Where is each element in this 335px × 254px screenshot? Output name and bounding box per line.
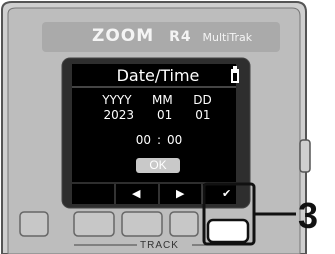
zoom-r4-illustration: ZOOM R4 MultiTrak Date/Time YYYY MM DD 2… bbox=[0, 0, 335, 254]
track-label: TRACK bbox=[140, 240, 179, 251]
left-arrow-icon[interactable]: ◀ bbox=[132, 187, 140, 200]
hour-value[interactable]: 00 bbox=[136, 133, 151, 147]
month-header: MM bbox=[152, 93, 173, 107]
minute-value[interactable]: 00 bbox=[167, 133, 182, 147]
time-values: 00 : 00 bbox=[112, 133, 206, 147]
date-headers: YYYY MM DD bbox=[92, 93, 222, 107]
screen-title: Date/Time bbox=[116, 66, 200, 85]
year-value[interactable]: 2023 bbox=[103, 108, 134, 122]
brand-logo: ZOOM R4 MultiTrak bbox=[92, 26, 253, 46]
year-header: YYYY bbox=[102, 93, 132, 107]
step-callout-number: 3 bbox=[298, 195, 319, 236]
day-value[interactable]: 01 bbox=[195, 108, 210, 122]
month-value[interactable]: 01 bbox=[157, 108, 172, 122]
check-icon[interactable]: ✔ bbox=[222, 187, 231, 200]
confirm-hardware-button[interactable] bbox=[208, 220, 248, 242]
day-header: DD bbox=[193, 93, 212, 107]
date-values: 2023 01 01 bbox=[92, 108, 222, 122]
time-separator: : bbox=[156, 133, 162, 147]
right-arrow-icon[interactable]: ▶ bbox=[176, 187, 184, 200]
ok-button[interactable]: OK bbox=[136, 158, 180, 173]
